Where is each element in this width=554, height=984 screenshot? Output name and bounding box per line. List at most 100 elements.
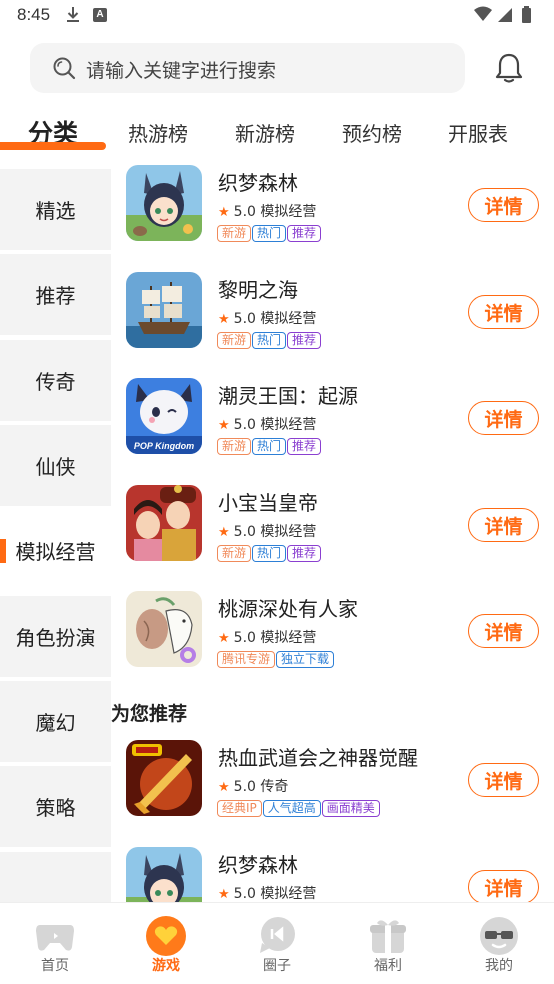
- game-category: 模拟经营: [260, 204, 317, 220]
- search-placeholder: 请输入关键字进行搜索: [86, 60, 277, 82]
- legend-sword-icon: [126, 740, 202, 816]
- tag: 热门: [252, 225, 287, 242]
- nav-label: 首页: [41, 958, 69, 974]
- nav-games[interactable]: 游戏: [111, 903, 221, 984]
- sidebar-item-label: 精选: [35, 199, 76, 223]
- tab-reservation[interactable]: 预约榜: [342, 118, 402, 147]
- detail-button[interactable]: 详情: [468, 763, 539, 797]
- detail-button[interactable]: 详情: [468, 401, 539, 435]
- tag: 画面精美: [321, 800, 380, 817]
- star-icon: ★: [218, 205, 230, 220]
- tab-server-schedule[interactable]: 开服表: [448, 118, 508, 147]
- game-tags: 经典IP 人气超高 画面精美: [217, 800, 381, 818]
- game-row[interactable]: POP Kingdom 潮灵王国：起源 ★ 5.0 模拟经营 新游 热门 推荐 详情: [111, 374, 554, 474]
- download-icon: [67, 7, 79, 22]
- game-row[interactable]: 小宝当皇帝 ★ 5.0 模拟经营 新游 热门 推荐 详情: [111, 481, 554, 581]
- game-tags: 新游 热门 推荐: [217, 438, 322, 456]
- gift-icon: [370, 920, 406, 953]
- bell-icon[interactable]: [494, 52, 524, 84]
- gamepad-icon: [36, 925, 74, 951]
- game-meta: ★ 5.0 模拟经营: [218, 883, 316, 902]
- nav-label: 福利: [374, 958, 402, 974]
- game-meta: ★ 5.0 模拟经营: [218, 414, 316, 434]
- tab-active-indicator: [0, 142, 106, 150]
- game-row[interactable]: 热血武道会之神器觉醒 ★ 5.0 传奇 经典IP 人气超高 画面精美 详情: [111, 736, 554, 836]
- sidebar-item-strategy[interactable]: 策略: [0, 766, 111, 847]
- status-bar: 8:45 A: [0, 0, 554, 30]
- game-rating: 5.0: [233, 886, 256, 902]
- tag: 推荐: [287, 545, 322, 562]
- game-name: 织梦森林: [218, 853, 298, 877]
- sidebar-item-label: 魔幻: [35, 711, 76, 735]
- game-meta: ★ 5.0 模拟经营: [218, 521, 316, 541]
- game-category: 模拟经营: [260, 524, 317, 540]
- tag: 热门: [252, 438, 287, 455]
- game-tags: 腾讯专游 独立下载: [217, 651, 335, 669]
- detail-button[interactable]: 详情: [468, 870, 539, 902]
- pop-kingdom-icon-text: POP Kingdom: [134, 441, 194, 451]
- sidebar-item-label: 传奇: [35, 370, 76, 394]
- star-icon: ★: [218, 631, 230, 646]
- game-rating: 5.0: [233, 779, 256, 795]
- category-sidebar: 精选 推荐 传奇 仙侠 模拟经营 角色扮演 魔幻 策略 三国: [0, 160, 111, 902]
- game-row[interactable]: 织梦森林 ★ 5.0 模拟经营 新游 热门 推荐 详情: [111, 161, 554, 261]
- sidebar-item-featured[interactable]: 精选: [0, 169, 111, 250]
- game-name: 热血武道会之神器觉醒: [218, 746, 418, 770]
- detail-button[interactable]: 详情: [468, 508, 539, 542]
- nav-mine[interactable]: 我的: [444, 903, 554, 984]
- nav-label: 我的: [485, 958, 513, 974]
- star-icon: ★: [218, 525, 230, 540]
- game-rating: 5.0: [233, 204, 256, 220]
- tag: 新游: [217, 438, 252, 455]
- category-tabs: 分类 热游榜 新游榜 预约榜 开服表: [0, 108, 554, 158]
- detail-button[interactable]: 详情: [468, 188, 539, 222]
- emperor-icon: [126, 485, 202, 561]
- game-name: 黎明之海: [218, 278, 298, 302]
- search-bar[interactable]: 请输入关键字进行搜索: [30, 43, 465, 93]
- sidebar-active-indicator: [0, 539, 6, 563]
- sidebar-item-recommended[interactable]: 推荐: [0, 254, 111, 335]
- game-row[interactable]: 织梦森林 ★ 5.0 模拟经营 详情: [111, 843, 554, 902]
- game-row[interactable]: 黎明之海 ★ 5.0 模拟经营 新游 热门 推荐 详情: [111, 268, 554, 368]
- sidebar-item-fantasy[interactable]: 魔幻: [0, 681, 111, 762]
- star-icon: ★: [218, 312, 230, 327]
- sidebar-item-rpg[interactable]: 角色扮演: [0, 596, 111, 677]
- game-category: 传奇: [260, 779, 289, 795]
- detail-button[interactable]: 详情: [468, 614, 539, 648]
- pop-kingdom-icon: POP Kingdom: [126, 378, 202, 454]
- game-rating: 5.0: [233, 417, 256, 433]
- tag: 经典IP: [217, 800, 262, 817]
- detail-button[interactable]: 详情: [468, 295, 539, 329]
- game-tags: 新游 热门 推荐: [217, 332, 322, 350]
- forest-girl-icon: [126, 847, 202, 902]
- game-name: 织梦森林: [218, 171, 298, 195]
- sidebar-item-simulation[interactable]: 模拟经营: [0, 510, 111, 591]
- game-name: 潮灵王国：起源: [218, 384, 358, 408]
- tag: 独立下载: [276, 651, 335, 668]
- game-category: 模拟经营: [260, 886, 317, 902]
- tag: 腾讯专游: [217, 651, 276, 668]
- forest-girl-icon: [126, 165, 202, 241]
- sidebar-item-xianxia[interactable]: 仙侠: [0, 425, 111, 506]
- game-rating: 5.0: [233, 630, 256, 646]
- sidebar-item-label: 模拟经营: [15, 540, 96, 564]
- game-meta: ★ 5.0 模拟经营: [218, 201, 316, 221]
- tab-new-games[interactable]: 新游榜: [235, 118, 295, 147]
- game-category: 模拟经营: [260, 417, 317, 433]
- tag: 推荐: [287, 438, 322, 455]
- nav-welfare[interactable]: 福利: [333, 903, 443, 984]
- nav-home[interactable]: 首页: [0, 903, 110, 984]
- game-row[interactable]: 桃源深处有人家 ★ 5.0 模拟经营 腾讯专游 独立下载 详情: [111, 587, 554, 687]
- star-icon: ★: [218, 780, 230, 795]
- game-rating: 5.0: [233, 311, 256, 327]
- tab-hot-games[interactable]: 热游榜: [128, 118, 188, 147]
- game-name: 小宝当皇帝: [218, 491, 318, 515]
- sidebar-item-three-kingdoms[interactable]: 三国: [0, 852, 111, 902]
- sidebar-item-legend[interactable]: 传奇: [0, 340, 111, 421]
- game-tags: 新游 热门 推荐: [217, 225, 322, 243]
- profile-glasses-icon: [480, 917, 518, 955]
- nav-circle[interactable]: 圈子: [222, 903, 332, 984]
- chat-bubble-icon: [260, 917, 295, 953]
- tag: 新游: [217, 545, 252, 562]
- nav-label: 游戏: [152, 958, 180, 974]
